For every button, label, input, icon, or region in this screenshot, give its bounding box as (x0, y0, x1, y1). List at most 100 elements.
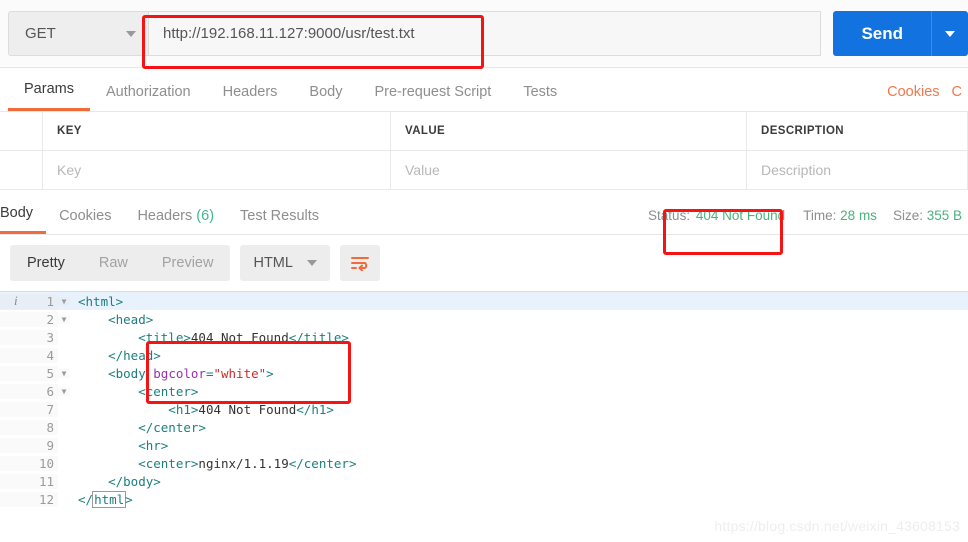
tab-body[interactable]: Body (293, 84, 358, 111)
time-label: Time: (803, 208, 837, 223)
send-button-group: Send (833, 11, 968, 56)
code-line: 8 </center> (0, 418, 968, 436)
line-number-gutter: 4 (0, 347, 58, 363)
code-line-text: <head> (78, 311, 154, 327)
send-options-button[interactable] (931, 11, 968, 56)
request-url-input[interactable]: http://192.168.11.127:9000/usr/test.txt (148, 11, 822, 56)
response-format-select[interactable]: HTML (240, 245, 330, 281)
line-number: 11 (38, 473, 54, 489)
code-line-text: <body bgcolor="white"> (78, 365, 274, 381)
code-line: 9 <hr> (0, 436, 968, 454)
line-number: 10 (38, 455, 54, 471)
response-headers-count: (6) (196, 208, 215, 224)
send-button[interactable]: Send (833, 11, 931, 56)
code-line: 7 <h1>404 Not Found</h1> (0, 400, 968, 418)
row-checkbox-cell[interactable] (0, 151, 43, 189)
cookies-link[interactable]: Cookies (881, 84, 945, 100)
word-wrap-button[interactable] (339, 245, 380, 281)
response-view-toolbar: Pretty Raw Preview HTML (0, 235, 968, 291)
code-line-text: </html> (78, 490, 133, 508)
param-value-input[interactable]: Value (391, 151, 747, 189)
time-value: 28 ms (840, 208, 877, 223)
code-line: i 1 ▼ <html> (0, 292, 968, 310)
request-url-value: http://192.168.11.127:9000/usr/test.txt (163, 25, 415, 42)
line-number-gutter: i 1 (0, 293, 58, 309)
column-header-value: VALUE (391, 112, 747, 150)
line-number: 12 (38, 491, 54, 507)
code-link[interactable]: C (946, 84, 968, 100)
code-line-text: </head> (78, 347, 161, 363)
line-number-gutter: 7 (0, 401, 58, 417)
word-wrap-icon (350, 257, 369, 271)
chevron-down-icon (126, 30, 136, 37)
tab-pre-request-script[interactable]: Pre-request Script (358, 84, 507, 111)
code-line: 3 <title>404 Not Found</title> (0, 328, 968, 346)
response-view-mode-group: Pretty Raw Preview (10, 245, 231, 281)
line-number-gutter: 3 (0, 329, 58, 345)
http-method-select[interactable]: GET (8, 11, 148, 56)
code-line: 6 ▼ <center> (0, 382, 968, 400)
response-format-label: HTML (253, 255, 293, 271)
line-number-gutter: 10 (0, 455, 58, 471)
response-tab-headers[interactable]: Headers (6) (124, 208, 227, 234)
tab-tests[interactable]: Tests (507, 84, 573, 111)
fold-toggle-icon[interactable]: ▼ (58, 296, 70, 306)
line-number-gutter: 9 (0, 437, 58, 453)
tab-authorization[interactable]: Authorization (90, 84, 207, 111)
line-number: 7 (46, 401, 54, 417)
code-line-text: <center>nginx/1.1.19</center> (78, 455, 357, 471)
select-all-checkbox-cell[interactable] (0, 112, 43, 150)
response-tab-test-results[interactable]: Test Results (227, 208, 332, 234)
column-header-key: KEY (43, 112, 391, 150)
line-number-gutter: 12 (0, 491, 58, 507)
param-description-input[interactable]: Description (747, 151, 968, 189)
size-stat: Size: 355 B (893, 208, 962, 223)
size-value: 355 B (926, 208, 962, 223)
request-tabs: Params Authorization Headers Body Pre-re… (0, 68, 968, 112)
response-tabs-bar: Body Cookies Headers (6) Test Results St… (0, 190, 968, 235)
response-body-code-viewer[interactable]: i 1 ▼ <html> 2 ▼ <head> 3 <title>404 Not… (0, 291, 968, 512)
line-number-gutter: 6 (0, 383, 58, 399)
view-mode-pretty[interactable]: Pretty (10, 245, 82, 281)
tab-headers[interactable]: Headers (207, 84, 294, 111)
fold-toggle-icon[interactable]: ▼ (58, 368, 70, 378)
code-line-text: <h1>404 Not Found</h1> (78, 401, 334, 417)
line-number: 5 (46, 365, 54, 381)
line-number: 8 (46, 419, 54, 435)
response-tab-headers-label: Headers (137, 208, 193, 224)
fold-toggle-icon[interactable]: ▼ (58, 314, 70, 324)
line-number: 6 (46, 383, 54, 399)
code-line: 5 ▼ <body bgcolor="white"> (0, 364, 968, 382)
line-number: 2 (46, 311, 54, 327)
status-stat: Status: 404 Not Found (648, 208, 787, 223)
code-line: 10 <center>nginx/1.1.19</center> (0, 454, 968, 472)
response-tab-body[interactable]: Body (0, 205, 47, 234)
chevron-down-icon (945, 30, 955, 37)
tab-params[interactable]: Params (8, 81, 90, 111)
table-row: Key Value Description (0, 151, 968, 190)
view-mode-preview[interactable]: Preview (145, 245, 231, 281)
code-line-text: <title>404 Not Found</title> (78, 329, 349, 345)
code-line: 12 </html> (0, 490, 968, 508)
code-line: 2 ▼ <head> (0, 310, 968, 328)
line-number-gutter: 5 (0, 365, 58, 381)
view-mode-raw[interactable]: Raw (82, 245, 145, 281)
line-number-gutter: 2 (0, 311, 58, 327)
request-url-bar: GET http://192.168.11.127:9000/usr/test.… (0, 0, 968, 68)
code-line-text: </body> (78, 473, 161, 489)
info-icon: i (14, 293, 18, 308)
code-line: 11 </body> (0, 472, 968, 490)
code-line-text: <html> (78, 293, 124, 309)
status-label: Status: (648, 208, 691, 223)
line-number: 4 (46, 347, 54, 363)
response-tab-cookies[interactable]: Cookies (46, 208, 124, 234)
line-number-gutter: 8 (0, 419, 58, 435)
watermark: https://blog.csdn.net/weixin_43608153 (714, 518, 960, 534)
code-line-text: <center> (78, 383, 199, 399)
param-key-input[interactable]: Key (43, 151, 391, 189)
time-stat: Time: 28 ms (803, 208, 877, 223)
params-table-header-row: KEY VALUE DESCRIPTION (0, 112, 968, 151)
fold-toggle-icon[interactable]: ▼ (58, 386, 70, 396)
params-table: KEY VALUE DESCRIPTION Key Value Descript… (0, 112, 968, 190)
request-tabs-right-links: Cookies C (881, 84, 968, 111)
